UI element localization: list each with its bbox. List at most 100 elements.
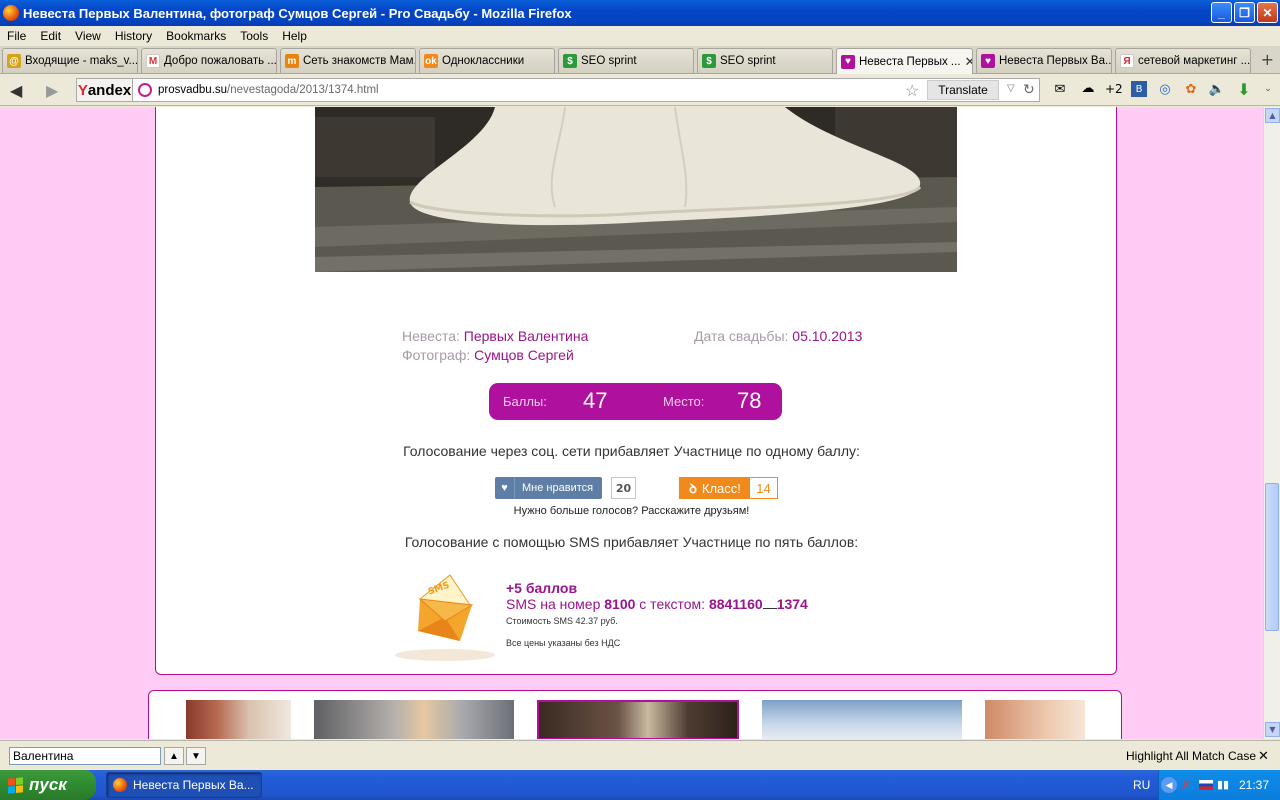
sms-number: 8100	[604, 596, 636, 612]
tab-8[interactable]: ♥ Невеста Первых Ва...	[976, 48, 1112, 73]
download-arrow-icon[interactable]: ⬇	[1236, 80, 1252, 99]
minimize-button[interactable]: _	[1211, 2, 1232, 23]
scrollbar-thumb[interactable]	[1265, 483, 1279, 631]
firefox-logo-icon	[3, 5, 19, 21]
gallery-thumb-4[interactable]	[762, 700, 962, 739]
bride-photo[interactable]	[315, 107, 957, 272]
menu-help[interactable]: Help	[275, 29, 314, 43]
page-scrollbar[interactable]: ▲ ▼	[1263, 107, 1280, 739]
tab-5[interactable]: $ SEO sprint	[558, 48, 694, 73]
more-votes-text: Нужно больше голосов? Расскажите друзьям…	[513, 505, 750, 517]
tab-label: Добро пожаловать ...	[164, 55, 277, 67]
tray-app-icon[interactable]: ✗	[1181, 778, 1191, 792]
gallery-thumb-1[interactable]	[186, 700, 291, 739]
menu-history[interactable]: History	[108, 29, 159, 43]
forward-arrow-icon[interactable]: ▶	[46, 81, 58, 100]
tab-4[interactable]: ok Одноклассники	[419, 48, 555, 73]
match-case-button[interactable]: Match Case	[1192, 749, 1256, 763]
yandex-logo-text: andex	[87, 81, 132, 99]
find-previous-icon[interactable]: ▲	[164, 747, 184, 765]
find-next-icon[interactable]: ▼	[186, 747, 206, 765]
clock[interactable]: 21:37	[1239, 778, 1269, 792]
scroll-down-arrow-icon[interactable]: ▼	[1265, 722, 1280, 737]
menu-file[interactable]: File	[0, 29, 33, 43]
yandex-icon: Я	[1120, 54, 1134, 68]
back-arrow-icon[interactable]: ◀	[10, 81, 22, 100]
start-button[interactable]: пуск	[0, 770, 96, 800]
tab-label: SEO sprint	[581, 55, 637, 67]
site-identity-icon[interactable]	[138, 83, 152, 97]
sms-points: +5 баллов	[506, 580, 578, 596]
new-tab-icon[interactable]: +	[1261, 50, 1274, 69]
menu-bookmarks[interactable]: Bookmarks	[159, 29, 233, 43]
start-label: пуск	[29, 775, 67, 794]
russian-flag-icon[interactable]	[1199, 780, 1213, 790]
windows-taskbar: пуск Невеста Первых Ва... RU ◀ ✗ ▮▮ 21:3…	[0, 770, 1280, 800]
close-findbar-icon[interactable]: ✕	[1258, 748, 1269, 764]
sms-vat-note: Все цены указаны без НДС	[506, 638, 621, 648]
find-input[interactable]	[9, 747, 161, 765]
tab-6[interactable]: $ SEO sprint	[697, 48, 833, 73]
sms-code-b: 1374	[776, 596, 808, 612]
extension-puzzle-icon[interactable]: ✿	[1183, 81, 1199, 97]
firefox-icon	[113, 778, 127, 792]
url-dropdown-icon[interactable]: ▽	[1007, 83, 1015, 94]
menu-edit[interactable]: Edit	[33, 29, 68, 43]
wedding-date-label: Дата свадьбы:	[694, 328, 789, 344]
menu-bar: File Edit View History Bookmarks Tools H…	[0, 26, 1280, 46]
highlight-all-button[interactable]: Highlight All	[1126, 749, 1189, 763]
bookmark-star-icon[interactable]: ☆	[905, 81, 919, 101]
gallery-thumb-5[interactable]	[985, 700, 1085, 739]
photographer-label: Фотограф:	[402, 347, 471, 363]
gallery-thumb-3-current[interactable]	[537, 700, 739, 739]
gallery-thumb-2[interactable]	[314, 700, 514, 739]
vk-like-button[interactable]: ♥ Мне нравится	[495, 477, 602, 499]
menu-tools[interactable]: Tools	[233, 29, 275, 43]
extension-b-icon[interactable]: B	[1131, 81, 1147, 97]
ok-class-button[interactable]: ꝺ Класс! 14	[679, 477, 778, 499]
tab-7-active[interactable]: ♥ Невеста Первых ...✕	[836, 48, 973, 74]
close-tab-icon[interactable]: ✕	[961, 54, 972, 70]
scroll-up-arrow-icon[interactable]: ▲	[1265, 108, 1280, 123]
bride-name: Первых Валентина	[463, 328, 589, 344]
yandex-logo-y: Y	[77, 81, 88, 99]
tab-1[interactable]: @ Входящие - maks_v...	[2, 48, 138, 73]
heart-icon: ♥	[981, 54, 995, 68]
space-symbol	[762, 599, 777, 609]
place-label: Место:	[663, 394, 705, 409]
url-bar[interactable]: prosvadbu.su/nevestagoda/2013/1374.html …	[132, 78, 1040, 102]
yandex-search-button[interactable]: Yandex	[76, 78, 132, 102]
tab-9[interactable]: Ясетевой маркетинг ...	[1115, 48, 1251, 73]
sms-vote-text: Голосование с помощью SMS прибавляет Уча…	[404, 534, 859, 550]
sms-code-a: 8841160	[708, 596, 763, 612]
volume-icon[interactable]: 🔈	[1209, 81, 1225, 97]
reload-icon[interactable]: ↻	[1023, 81, 1035, 98]
tab-2[interactable]: M Добро пожаловать ...	[141, 48, 277, 73]
translate-button[interactable]: Translate	[927, 80, 999, 100]
navigation-bar: ◀ ▶ Yandex prosvadbu.su/nevestagoda/2013…	[0, 74, 1280, 106]
tab-label: SEO sprint	[720, 55, 776, 67]
tab-3[interactable]: m Сеть знакомств Мам...	[280, 48, 416, 73]
sms-text-prefix: с текстом:	[639, 596, 706, 612]
tray-expand-icon[interactable]: ◀	[1161, 777, 1177, 793]
ok-class-label: Класс!	[701, 480, 741, 496]
mail-icon[interactable]: ✉	[1052, 81, 1068, 97]
menu-view[interactable]: View	[68, 29, 108, 43]
menu-chevron-icon[interactable]: ⌄	[1260, 81, 1276, 97]
extension-c-icon[interactable]: ◎	[1157, 81, 1173, 97]
restore-button[interactable]: ❐	[1234, 2, 1255, 23]
gmail-icon: M	[146, 54, 160, 68]
find-bar: ▲ ▼ Highlight All Match Case ✕	[0, 740, 1280, 770]
tab-label: Невеста Первых ...	[859, 55, 961, 68]
heart-icon: ♥	[495, 477, 515, 499]
yandex-mail-icon: @	[7, 54, 21, 68]
system-tray: RU ◀ ✗ ▮▮ 21:37	[1133, 770, 1280, 800]
photographer-name[interactable]: Сумцов Сергей	[474, 347, 574, 363]
language-indicator[interactable]: RU	[1133, 778, 1150, 792]
url-path: /nevestagoda/2013/1374.html	[227, 84, 379, 96]
close-window-button[interactable]: ✕	[1257, 2, 1278, 23]
network-icon[interactable]: ▮▮	[1217, 778, 1229, 791]
social-vote-text: Голосование через соц. сети прибавляет У…	[403, 443, 860, 459]
taskbar-firefox-item[interactable]: Невеста Первых Ва...	[106, 772, 262, 798]
weather-icon[interactable]: ☁	[1080, 80, 1096, 96]
